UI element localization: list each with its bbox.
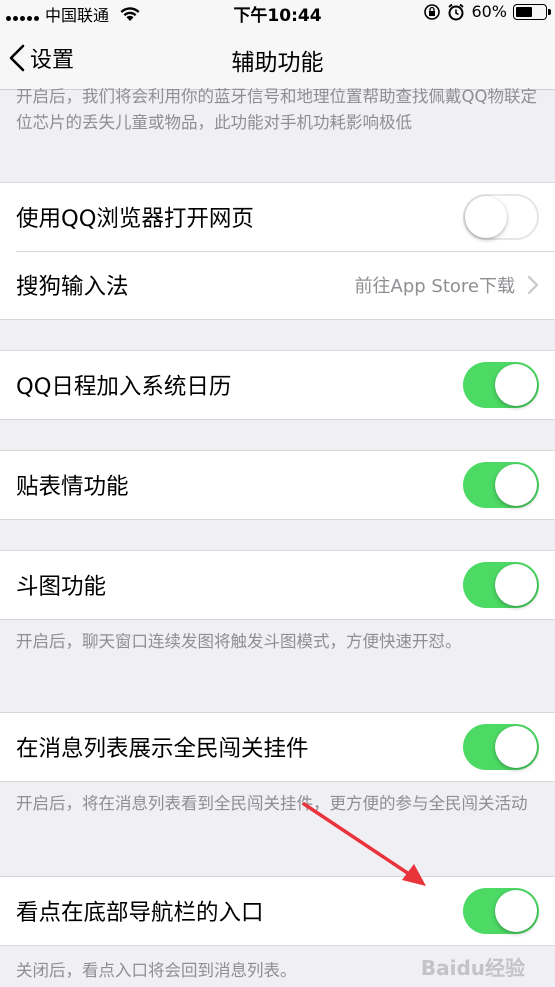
status-bar: 中国联通 下午10:44 60% — [0, 0, 555, 26]
row-sticker: 贴表情功能 — [0, 451, 555, 519]
sticker-group: 贴表情功能 — [0, 450, 555, 520]
row-label: 搜狗输入法 — [16, 274, 129, 300]
toggle-knob — [465, 196, 507, 238]
watermark: Baidu经验 — [420, 956, 525, 980]
row-game-widget: 在消息列表展示全民闯关挂件 — [0, 713, 555, 781]
row-label: 在消息列表展示全民闯关挂件 — [16, 736, 309, 762]
row-sogou[interactable]: 搜狗输入法 前往App Store下载 — [0, 251, 555, 319]
toggle-knob — [495, 564, 537, 606]
row-calendar: QQ日程加入系统日历 — [0, 351, 555, 419]
kandian-group: 看点在底部导航栏的入口 — [0, 876, 555, 946]
game-widget-toggle[interactable] — [463, 724, 539, 770]
browser-group: 使用QQ浏览器打开网页 搜狗输入法 前往App Store下载 — [0, 182, 555, 320]
calendar-toggle[interactable] — [463, 362, 539, 408]
kandian-toggle[interactable] — [463, 888, 539, 934]
toggle-knob — [495, 890, 537, 932]
chevron-right-icon — [527, 275, 539, 295]
row-qq-browser: 使用QQ浏览器打开网页 — [0, 183, 555, 251]
battery-percent: 60% — [471, 2, 507, 21]
doutu-toggle[interactable] — [463, 562, 539, 608]
toggle-knob — [495, 464, 537, 506]
row-label: 斗图功能 — [16, 574, 107, 600]
doutu-note: 开启后，聊天窗口连续发图将触发斗图模式，方便快速开怼。 — [16, 632, 462, 651]
battery-level — [516, 6, 532, 17]
row-detail: 前往App Store下载 — [354, 276, 515, 297]
bluetooth-note: 开启后，我们将会利用你的蓝牙信号和地理位置帮助查找佩戴QQ物联定位芯片的丢失儿童… — [16, 87, 537, 132]
doutu-group: 斗图功能 — [0, 550, 555, 620]
calendar-group: QQ日程加入系统日历 — [0, 350, 555, 420]
row-label: 使用QQ浏览器打开网页 — [16, 206, 254, 232]
alarm-icon — [448, 3, 465, 20]
row-doutu: 斗图功能 — [0, 551, 555, 619]
qq-browser-toggle[interactable] — [463, 194, 539, 240]
sticker-toggle[interactable] — [463, 462, 539, 508]
game-widget-note: 开启后，将在消息列表看到全民闯关挂件，更方便的参与全民闯关活动 — [16, 794, 528, 813]
page-title: 辅助功能 — [231, 50, 324, 76]
game-widget-group: 在消息列表展示全民闯关挂件 — [0, 712, 555, 782]
nav-bar: 设置 辅助功能 — [0, 26, 555, 90]
settings-list: 开启后，我们将会利用你的蓝牙信号和地理位置帮助查找佩戴QQ物联定位芯片的丢失儿童… — [0, 87, 555, 984]
toggle-knob — [495, 726, 537, 768]
rotation-lock-icon — [424, 3, 441, 20]
toggle-knob — [495, 364, 537, 406]
row-label: 贴表情功能 — [16, 474, 129, 500]
battery-icon — [513, 3, 551, 20]
row-label: 看点在底部导航栏的入口 — [16, 900, 264, 926]
status-right: 60% — [423, 2, 551, 21]
row-label: QQ日程加入系统日历 — [16, 374, 232, 400]
row-kandian: 看点在底部导航栏的入口 — [0, 877, 555, 945]
